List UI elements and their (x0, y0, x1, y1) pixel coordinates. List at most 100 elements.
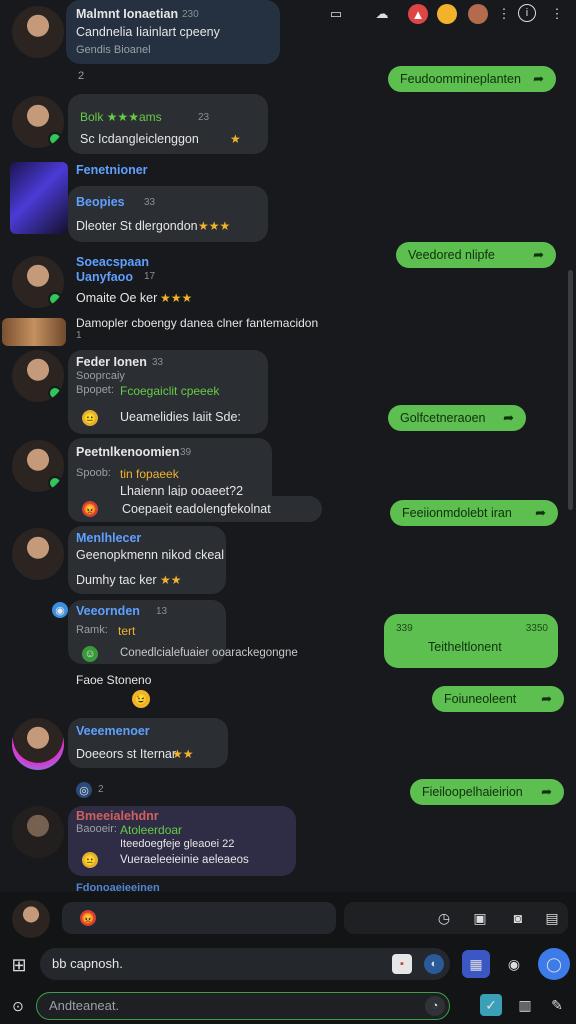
card-time: 3350 (525, 623, 548, 634)
message-text: Conedlcialefuaier ooarackegongne (120, 647, 298, 659)
header-sub: Gendis Bioanel (76, 44, 151, 56)
sender-name[interactable]: Veeornden (76, 604, 140, 618)
game-image[interactable] (10, 162, 68, 234)
sub-name: Spoob: (76, 467, 111, 479)
header-status: Candnelia Iiainlart cpeeny (76, 25, 220, 39)
message-bubble[interactable]: 😡 Coepaeit eadolengfekolnat (68, 496, 322, 522)
message-text: Vueraeleeieinie aeleaeos (120, 854, 249, 866)
sender-name[interactable]: Veeemenoer (76, 724, 150, 738)
bottom-input[interactable]: Andteaneat. ◔ (36, 992, 450, 1020)
sent-text: Feeiionmdolebt iran (402, 506, 512, 520)
meta-text: 2 (78, 70, 85, 82)
reply-icon[interactable]: ➦ (533, 247, 544, 263)
input-text: bb capnosh. (52, 956, 123, 971)
info-icon[interactable]: i (518, 4, 536, 22)
avatar[interactable]: ◉ (52, 602, 68, 618)
avatar[interactable] (12, 900, 50, 938)
scrollbar[interactable] (568, 270, 573, 510)
sent-message[interactable]: Fieiloopelhaieirion ➦ (410, 779, 564, 805)
sender-name[interactable]: Peetnlkenoomien (76, 445, 180, 459)
stars-icon: ★★ (172, 747, 194, 761)
send-icon[interactable]: ◯ (538, 948, 570, 980)
avatar[interactable] (12, 6, 64, 58)
message-text: Damopler cboengy danea clner fantemacido… (76, 316, 319, 330)
sub-name: Baooeir: (76, 823, 117, 835)
settings-icon[interactable]: ⊙ (6, 994, 30, 1018)
sent-message[interactable]: Feudoommineplanten ➦ (388, 66, 556, 92)
emoji-icon[interactable]: 😡 (80, 910, 96, 926)
message-text: Sc Icdangleiclenggon (80, 132, 199, 146)
message-text: Doeeors st Iternar (76, 747, 177, 761)
sent-message[interactable]: Veedored nlipfe ➦ (396, 242, 556, 268)
check-icon[interactable]: ✓ (480, 994, 502, 1016)
stars-icon: ★★ (160, 573, 182, 587)
message-bubble[interactable]: Feder Ionen 33 Sooprcaiy Bpopet: Fcoegai… (68, 350, 268, 434)
avatar[interactable] (468, 4, 488, 24)
image-strip[interactable] (2, 318, 66, 346)
avatar[interactable] (437, 4, 457, 24)
sent-text: Fieiloopelhaieirion (422, 785, 523, 799)
sender-name[interactable]: Feder Ionen (76, 355, 147, 369)
reply-icon[interactable]: ➦ (541, 691, 552, 707)
message-bubble[interactable]: Bolk ★★★ams 23 Sc Icdangleiclenggon ★ (68, 94, 268, 154)
camera-icon[interactable]: ◉ (500, 950, 528, 978)
chat-icon[interactable]: ▭ (326, 4, 346, 24)
meta-text: 39 (180, 447, 192, 458)
message-bubble[interactable]: Veeemenoer Doeeors st Iternar ★★ (68, 718, 228, 768)
header-name: Malmnt Ionaetian (76, 7, 179, 21)
avatar[interactable] (12, 528, 64, 580)
library-icon[interactable]: ▥ (514, 994, 536, 1016)
sent-message[interactable]: Feeiionmdolebt iran ➦ (390, 500, 558, 526)
sent-text: Feudoommineplanten (400, 72, 521, 86)
clock-icon[interactable]: ◷ (434, 908, 454, 928)
message-bubble[interactable]: Menlhlecer Geenopkmenn nikod ckeal Dumhy… (68, 526, 226, 594)
avatar[interactable] (12, 718, 64, 770)
stars-line: tert (118, 624, 136, 638)
avatar[interactable] (12, 806, 64, 858)
message-text: Iteedoegfeje gleaoei 22 (120, 838, 235, 850)
sender-name[interactable]: Menlhlecer (76, 531, 141, 545)
message-bubble[interactable]: Bmeeialehdnr Baooeir: Atoleerdoar Iteedo… (68, 806, 296, 876)
sticker-icon[interactable]: ◐ (424, 954, 444, 974)
header-card[interactable]: Malmnt Ionaetian 230 Candnelia Iiainlart… (66, 0, 280, 64)
avatar[interactable] (12, 256, 64, 308)
top-bar: Malmnt Ionaetian 230 Candnelia Iiainlart… (0, 0, 576, 64)
more-icon[interactable]: ⋮ (547, 4, 567, 24)
camera-icon[interactable]: ◙ (508, 908, 528, 928)
meta-text: 13 (156, 606, 168, 617)
message-text: Ueamelidies Iaiit Sde: (120, 410, 241, 424)
sent-card[interactable]: 339 3350 Teitheltlonent (384, 614, 558, 668)
lock-icon[interactable]: ▤ (542, 908, 562, 928)
reply-icon[interactable]: ➦ (541, 784, 552, 800)
sent-text: Foiuneoleent (444, 692, 517, 706)
camera-icon[interactable]: ▣ (470, 908, 490, 928)
sender-name[interactable]: Soeacspaan (76, 255, 149, 269)
reply-field[interactable]: 😡 (62, 902, 336, 934)
reply-icon[interactable]: ➦ (503, 410, 514, 426)
avatar[interactable] (12, 350, 64, 402)
cloud-icon[interactable]: ☁ (372, 4, 392, 24)
meta-text: 33 (144, 197, 156, 208)
gradient-avatar[interactable]: ▲ (408, 4, 428, 24)
sent-message[interactable]: Golfcetneraoen ➦ (388, 405, 526, 431)
green-line: Fcoegaiclit cpeeek (120, 384, 220, 398)
edit-icon[interactable]: ✎ (546, 994, 568, 1016)
card-time: 339 (396, 623, 413, 634)
calendar-icon[interactable]: ▦ (462, 950, 490, 978)
message-bubble[interactable]: Beopies 33 Dleoter St dlergondon ★★★ (68, 186, 268, 242)
reply-icon[interactable]: ➦ (535, 505, 546, 521)
sent-message[interactable]: Foiuneoleent ➦ (432, 686, 564, 712)
stars-icon: ★★★ (198, 219, 231, 233)
mic-icon[interactable]: ◔ (425, 996, 445, 1016)
meta-text: 17 (144, 271, 156, 282)
green-line: Atoleerdoar (120, 823, 183, 837)
image-icon[interactable]: ▪ (392, 954, 412, 974)
more-icon[interactable]: ⋮ (494, 4, 514, 24)
sender-name[interactable]: Fenetnioner (76, 163, 148, 177)
avatar[interactable] (12, 440, 64, 492)
grid-icon[interactable]: ⊞ (8, 954, 30, 976)
sender-name[interactable]: Bmeeialehdnr (76, 809, 159, 823)
message-input[interactable]: bb capnosh. ▪ ◐ (40, 948, 450, 980)
reply-icon[interactable]: ➦ (533, 71, 544, 87)
avatar[interactable] (12, 96, 64, 148)
